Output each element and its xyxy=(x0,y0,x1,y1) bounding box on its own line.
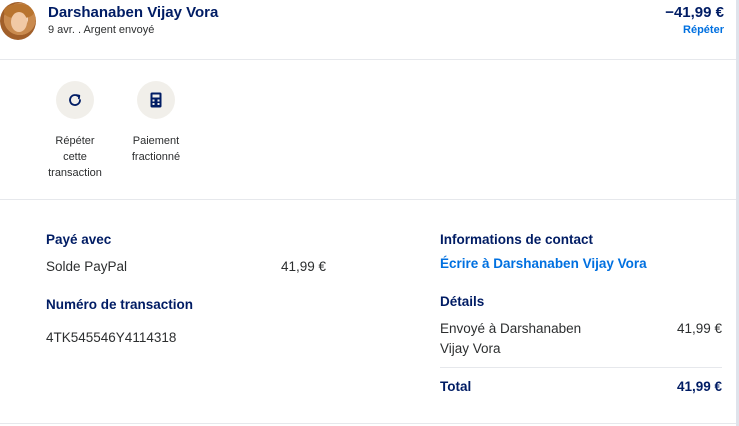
divider xyxy=(440,367,722,368)
details-amount: 41,99 € xyxy=(676,321,722,336)
repeat-transaction-button[interactable]: Répéter cette transaction xyxy=(37,81,113,181)
transaction-header: Darshanaben Vijay Vora 9 avr. . Argent e… xyxy=(0,0,736,60)
action-label-line: transaction xyxy=(48,167,102,179)
action-label-line: Paiement xyxy=(132,135,180,147)
total-label: Total xyxy=(440,379,472,394)
divider xyxy=(0,423,736,424)
transaction-number-title: Numéro de transaction xyxy=(46,297,194,312)
transaction-subtitle: 9 avr. . Argent envoyé xyxy=(48,24,155,36)
details-title: Détails xyxy=(440,294,485,309)
payment-amount: 41,99 € xyxy=(281,259,327,274)
refresh-icon xyxy=(56,81,94,119)
paid-with-title: Payé avec xyxy=(46,232,112,247)
transaction-amount: −41,99 € xyxy=(665,4,724,21)
split-payment-button[interactable]: Paiement fractionné xyxy=(118,81,194,165)
details-recipient-line: Envoyé à Darshanaben xyxy=(440,321,582,336)
payment-method: Solde PayPal xyxy=(46,259,128,274)
total-amount: 41,99 € xyxy=(676,379,722,394)
contact-info-title: Informations de contact xyxy=(440,232,594,247)
repeat-link[interactable]: Répéter xyxy=(683,24,724,36)
action-bar: Répéter cette transaction Paiement fract… xyxy=(0,61,736,200)
recipient-name: Darshanaben Vijay Vora xyxy=(48,4,219,21)
calculator-icon xyxy=(137,81,175,119)
action-label-line: fractionné xyxy=(131,151,181,163)
transaction-id: 4TK545546Y4114318 xyxy=(46,330,177,345)
avatar xyxy=(0,2,36,40)
contact-link[interactable]: Écrire à Darshanaben Vijay Vora xyxy=(440,256,647,271)
details-recipient-line: Vijay Vora xyxy=(440,341,501,356)
action-label-line: Répéter xyxy=(55,135,95,147)
action-label-line: cette xyxy=(63,151,87,163)
